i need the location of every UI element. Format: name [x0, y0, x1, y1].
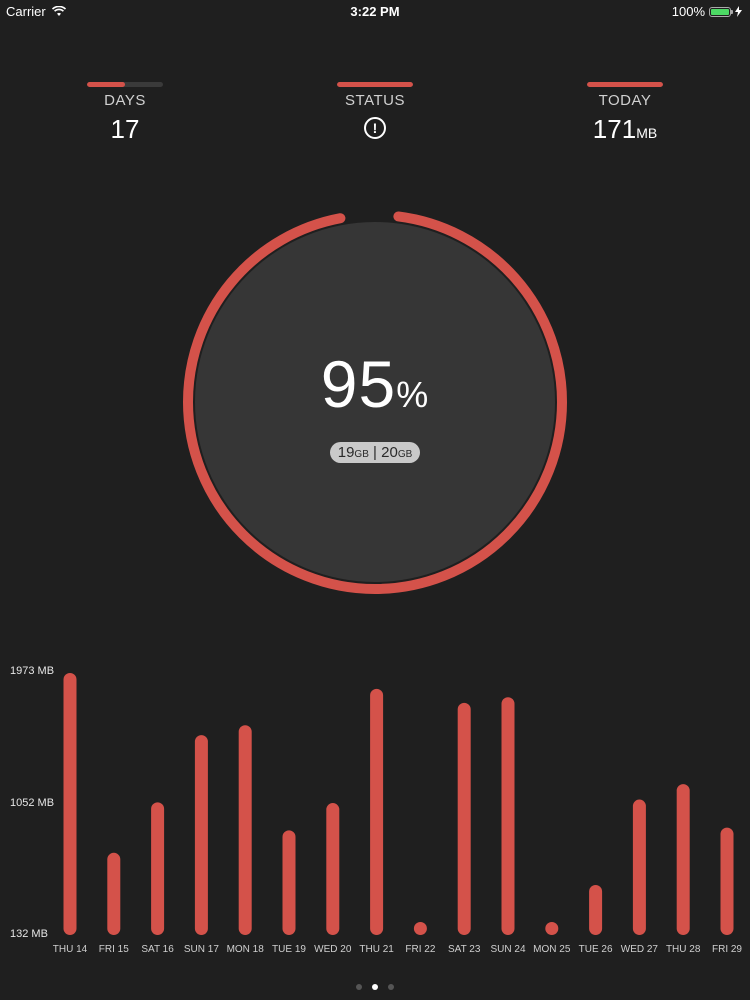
chart-bar — [632, 799, 646, 935]
today-value: 171MB — [545, 114, 705, 145]
used-value: 19 — [337, 443, 355, 461]
total-unit: GB — [397, 448, 413, 460]
percent-value: 95 — [320, 346, 397, 421]
page-indicator[interactable] — [0, 977, 750, 995]
screen: Carrier 3:22 PM 100% DAYS 17 STATUS ! TO… — [0, 0, 750, 1000]
usage-separator: | — [373, 443, 377, 461]
days-value: 17 — [110, 114, 140, 144]
status-right: 100% — [672, 4, 742, 19]
status-progress-bar — [337, 82, 413, 87]
usage-pill: 19GB | 20GB — [329, 441, 421, 463]
today-unit: MB — [636, 125, 658, 141]
page-dot[interactable] — [388, 984, 394, 990]
stat-today[interactable]: TODAY 171MB — [545, 82, 705, 145]
gauge-percent: 95% — [321, 346, 429, 422]
chart-bar — [501, 697, 515, 935]
charging-icon — [735, 6, 742, 17]
gauge-center: 95% 19GB | 20GB — [180, 207, 570, 597]
chart-bar — [676, 784, 690, 935]
chart-bar — [545, 922, 559, 935]
chart-bar — [238, 725, 252, 935]
total-value: 20 — [381, 443, 398, 461]
chart-bar — [326, 803, 340, 935]
chart-bar — [589, 885, 603, 935]
today-label: TODAY — [598, 92, 652, 109]
chart-bar — [282, 830, 296, 935]
stat-status[interactable]: STATUS ! — [295, 82, 455, 139]
status-bar: Carrier 3:22 PM 100% — [0, 0, 750, 22]
used-unit: GB — [354, 448, 369, 460]
chart-bar — [720, 827, 734, 935]
chart-bar — [194, 735, 208, 935]
chart-bar — [457, 702, 471, 935]
stat-days[interactable]: DAYS 17 — [45, 82, 205, 145]
percent-sign: % — [396, 373, 430, 415]
info-icon[interactable]: ! — [364, 117, 386, 139]
chart-bar — [370, 688, 384, 935]
chart-bars — [63, 673, 734, 935]
today-amount: 171 — [592, 114, 637, 144]
days-label: DAYS — [104, 92, 146, 109]
chart-bar — [107, 852, 121, 935]
battery-percent: 100% — [671, 4, 705, 19]
today-progress-bar — [587, 82, 663, 87]
page-dot[interactable] — [372, 984, 378, 990]
status-label: STATUS — [345, 92, 405, 109]
daily-usage-chart: 1973 MB 1052 MB 132 MB THU 14 FRI 15 SAT 1… — [0, 660, 750, 960]
chart-bar — [63, 673, 77, 935]
battery-icon — [709, 6, 733, 17]
status-time: 3:22 PM — [350, 4, 400, 19]
x-tick-label: FRI 29 — [711, 944, 742, 955]
page-dot[interactable] — [356, 984, 362, 990]
chart-bar — [151, 802, 165, 935]
days-progress-bar — [87, 82, 163, 87]
chart-bar — [413, 922, 427, 935]
